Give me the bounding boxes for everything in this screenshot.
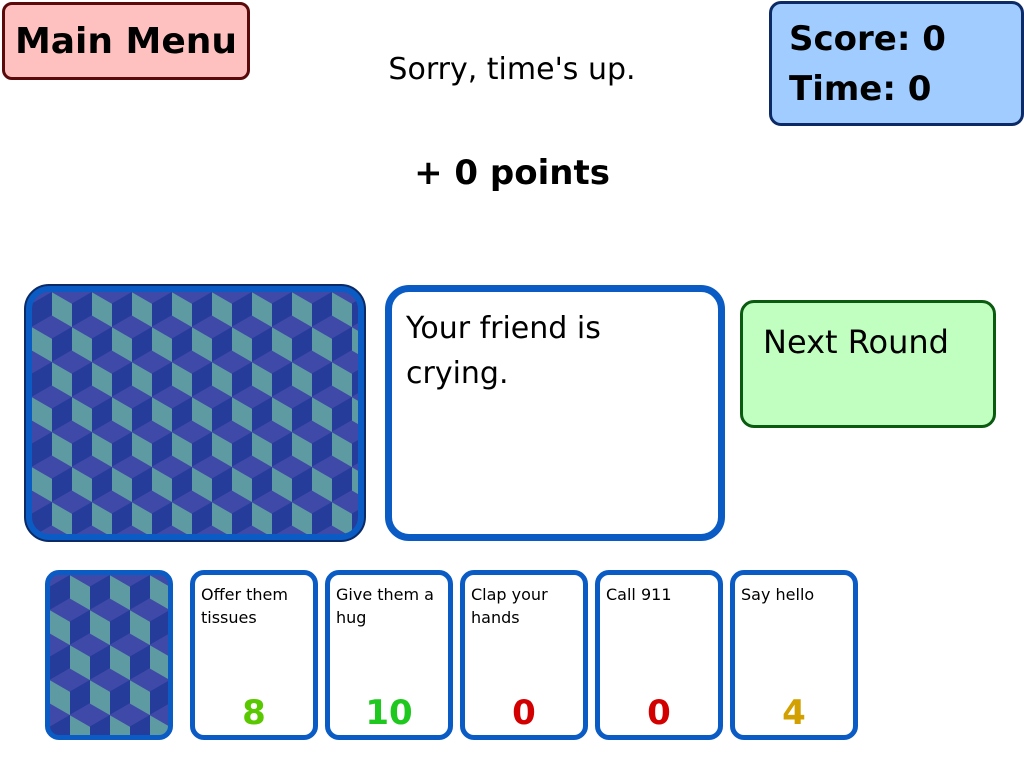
next-round-button[interactable]: Next Round bbox=[740, 300, 996, 428]
status-message: Sorry, time's up. bbox=[388, 52, 636, 87]
response-card[interactable]: Offer them tissues 8 bbox=[190, 570, 318, 740]
prompt-text: Your friend is crying. bbox=[406, 311, 601, 391]
response-card[interactable]: Clap your hands 0 bbox=[460, 570, 588, 740]
response-card-text: Clap your hands bbox=[471, 585, 548, 627]
response-card-value: 8 bbox=[242, 693, 266, 733]
response-card-text: Give them a hug bbox=[336, 585, 434, 627]
response-card[interactable]: Call 911 0 bbox=[595, 570, 723, 740]
response-card-value: 4 bbox=[782, 693, 806, 733]
response-card-value: 10 bbox=[365, 693, 413, 733]
response-card-text: Offer them tissues bbox=[201, 585, 288, 627]
response-deck-card-back bbox=[45, 570, 173, 740]
response-card-value: 0 bbox=[647, 693, 671, 733]
prompt-deck-card-back bbox=[24, 284, 366, 542]
points-earned: + 0 points bbox=[414, 153, 610, 193]
response-card[interactable]: Say hello 4 bbox=[730, 570, 858, 740]
response-card-text: Say hello bbox=[741, 585, 815, 604]
response-card-value: 0 bbox=[512, 693, 536, 733]
prompt-card: Your friend is crying. bbox=[385, 285, 725, 541]
response-card[interactable]: Give them a hug 10 bbox=[325, 570, 453, 740]
response-card-text: Call 911 bbox=[606, 585, 672, 604]
